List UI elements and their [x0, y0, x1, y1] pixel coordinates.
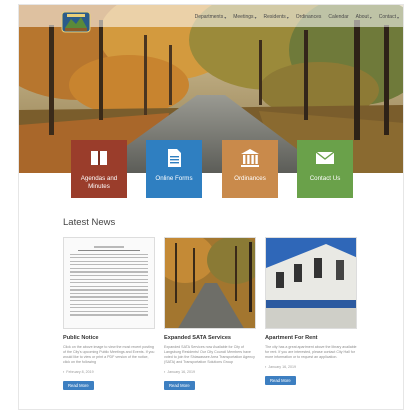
document-icon	[168, 149, 181, 167]
news-excerpt: Click on the above image to view the mos…	[63, 345, 155, 364]
news-card: Apartment For Rent The city has a great …	[265, 237, 357, 387]
tile-contact-us[interactable]: Contact Us	[297, 140, 353, 198]
chevron-down-icon: ▾	[286, 14, 289, 20]
road-photo	[165, 238, 255, 328]
chevron-down-icon: ▾	[224, 14, 227, 20]
news-card: Expanded SATA Services Expanded SATA Ser…	[164, 237, 256, 392]
calendar-icon: ▪	[63, 370, 65, 374]
news-thumbnail[interactable]	[265, 237, 357, 329]
envelope-icon	[315, 151, 335, 164]
news-card: Public Notice Click on the above image t…	[63, 237, 155, 392]
page-frame: Departments ▾ Meetings ▾ Residents ▾ Ordina…	[18, 4, 404, 410]
chevron-down-icon: ▾	[254, 14, 257, 20]
nav-about[interactable]: About ▾	[356, 14, 372, 20]
book-icon	[91, 151, 107, 165]
tile-label: Online Forms	[155, 175, 193, 182]
news-title[interactable]: Expanded SATA Services	[164, 335, 256, 341]
news-title[interactable]: Public Notice	[63, 335, 155, 341]
nav-meetings[interactable]: Meetings ▾	[233, 14, 256, 20]
nav-ordinances[interactable]: Ordinances	[296, 14, 322, 20]
news-title[interactable]: Apartment For Rent	[265, 335, 357, 341]
news-date: ▪ February 8, 2019	[63, 370, 94, 374]
tile-label: Agendas and Minutes	[80, 175, 118, 190]
read-more-button[interactable]: Read More	[63, 381, 94, 390]
chevron-down-icon: ▾	[369, 14, 372, 20]
calendar-icon: ▪	[265, 365, 267, 369]
tile-ordinances[interactable]: Ordinances	[222, 140, 278, 198]
building-photo	[266, 238, 356, 328]
building-icon	[241, 149, 259, 167]
nav-calendar[interactable]: Calendar	[328, 14, 348, 20]
nav-residents[interactable]: Residents ▾	[264, 14, 289, 20]
calendar-icon: ▪	[164, 370, 166, 374]
read-more-button[interactable]: Read More	[265, 376, 296, 385]
nav-contact[interactable]: Contact ▾	[379, 14, 399, 20]
quick-links: Agendas and Minutes Online Forms Ordinan…	[71, 140, 353, 198]
news-thumbnail[interactable]	[63, 237, 155, 329]
tile-label: Contact Us	[309, 175, 341, 182]
news-excerpt: The city has a great apartment above the…	[265, 345, 357, 359]
read-more-button[interactable]: Read More	[164, 381, 195, 390]
news-thumbnail[interactable]	[164, 237, 256, 329]
news-date: ▪ January 16, 2019	[265, 365, 297, 369]
nav-departments[interactable]: Departments ▾	[195, 14, 227, 20]
news-date: ▪ January 16, 2019	[164, 370, 196, 374]
tile-agendas-minutes[interactable]: Agendas and Minutes	[71, 140, 127, 198]
latest-news-heading: Latest News	[63, 217, 116, 228]
news-excerpt: Expanded SATA Services now Available for…	[164, 345, 255, 364]
city-logo[interactable]	[61, 9, 91, 35]
tile-label: Ordinances	[234, 175, 266, 182]
tile-online-forms[interactable]: Online Forms	[146, 140, 202, 198]
chevron-down-icon: ▾	[396, 14, 399, 20]
main-nav: Departments ▾ Meetings ▾ Residents ▾ Ordina…	[195, 14, 399, 20]
